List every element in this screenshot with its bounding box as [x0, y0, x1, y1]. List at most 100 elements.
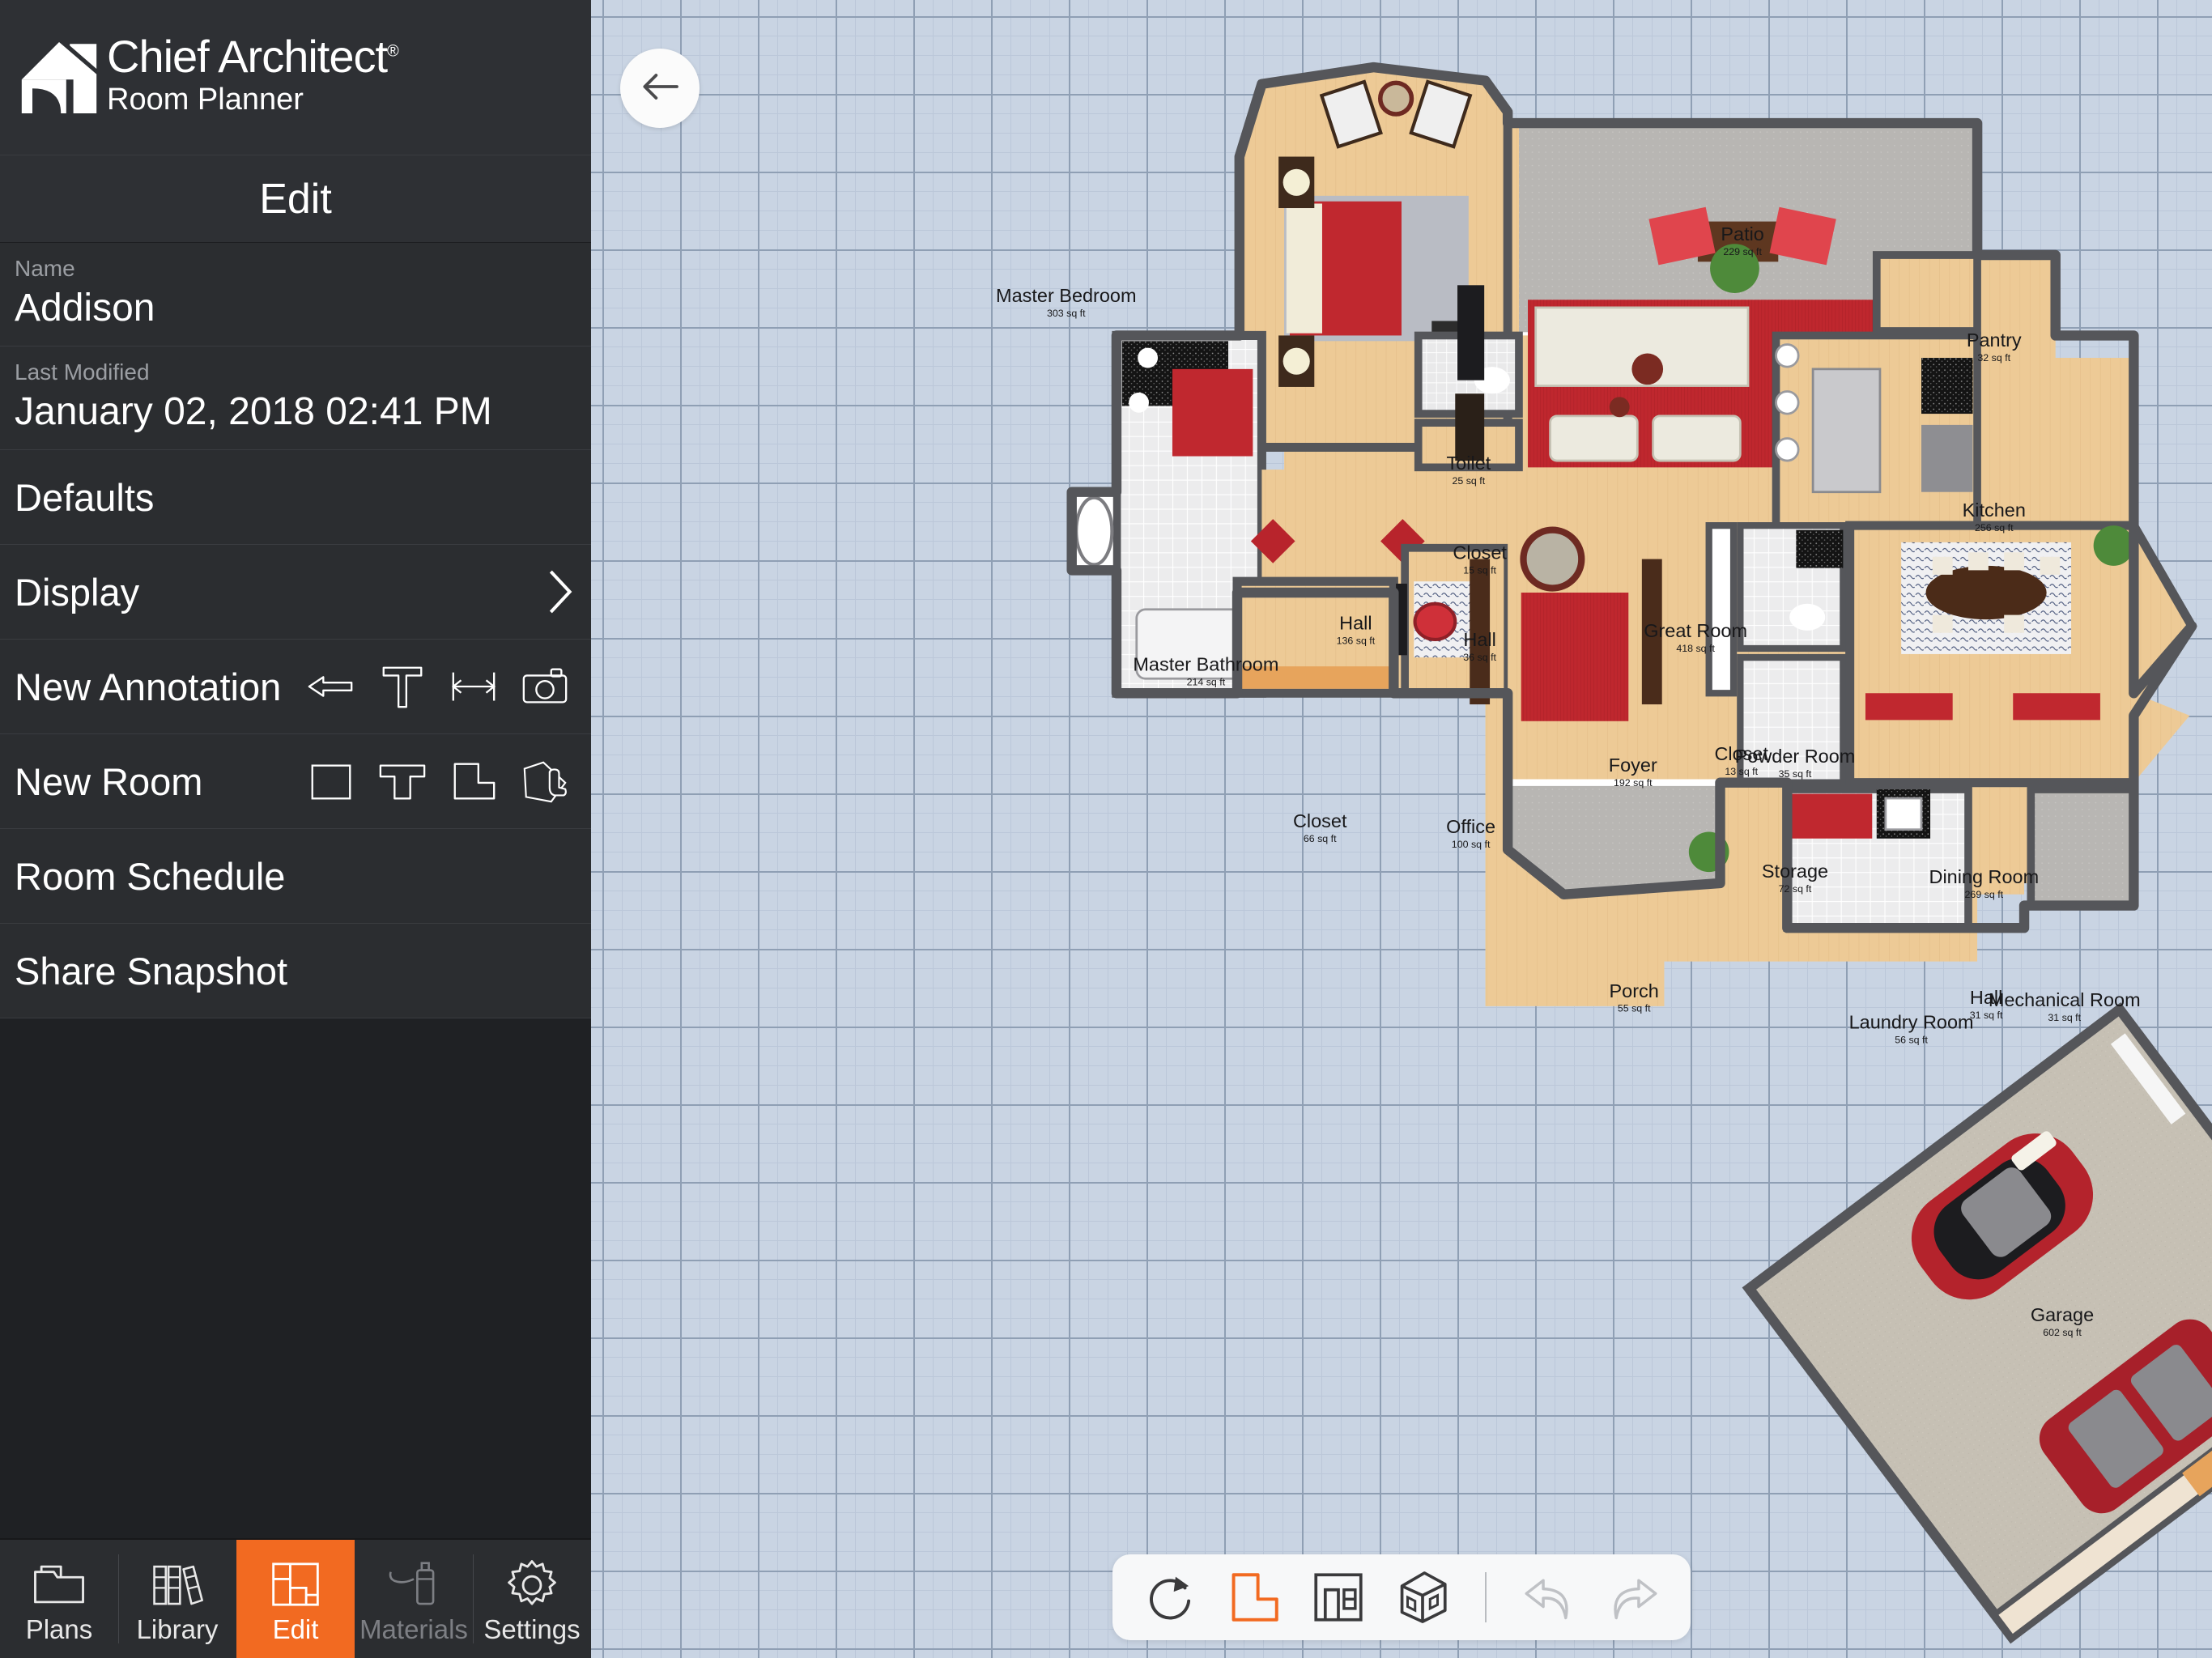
redo-icon[interactable] — [1603, 1567, 1663, 1627]
tab-library[interactable]: Library — [118, 1540, 236, 1658]
plan-canvas[interactable]: Master Bedroom 303 sq ft Patio 229 sq ft Pan… — [591, 0, 2212, 1658]
room-label[interactable]: Laundry Room 56 sq ft — [1849, 1011, 1974, 1045]
bottom-tab-bar: Plans Library Edit Materials Settings — [0, 1538, 591, 1658]
menu-item-new-room-label: New Room — [15, 759, 203, 803]
cube-3d-icon[interactable] — [1393, 1567, 1453, 1627]
elevation-icon[interactable] — [1308, 1567, 1368, 1627]
room-name: Pantry — [1967, 329, 2022, 351]
floorplan-view-icon[interactable] — [1224, 1567, 1284, 1627]
room-name: Kitchen — [1963, 500, 2026, 521]
room-area: 35 sq ft — [1779, 768, 1812, 780]
tab-settings[interactable]: Settings — [473, 1540, 591, 1658]
room-area: 100 sq ft — [1452, 839, 1491, 850]
room-name: Patio — [1721, 223, 1764, 244]
room-name: Foyer — [1609, 755, 1657, 776]
room-name: Great Room — [1644, 620, 1747, 641]
room-area: 602 sq ft — [2043, 1327, 2082, 1338]
room-area: 256 sq ft — [1975, 522, 2014, 534]
l-room-icon[interactable] — [449, 756, 499, 806]
rotate-cw-icon[interactable] — [1140, 1567, 1200, 1627]
t-room-icon[interactable] — [377, 756, 428, 806]
room-name: Closet — [1293, 810, 1347, 831]
room-area: 269 sq ft — [1965, 889, 2004, 900]
menu-item-new-room[interactable]: New Room — [0, 734, 591, 829]
undo-icon[interactable] — [1519, 1567, 1579, 1627]
rect-room-icon[interactable] — [306, 756, 356, 806]
room-area: 15 sq ft — [1463, 565, 1496, 576]
room-label[interactable]: Patio 229 sq ft — [1721, 223, 1764, 257]
room-area: 13 sq ft — [1725, 766, 1758, 777]
menu-item-room-schedule[interactable]: Room Schedule — [0, 829, 591, 924]
room-area: 31 sq ft — [2048, 1012, 2081, 1023]
room-label[interactable]: Office 100 sq ft — [1446, 816, 1495, 850]
sidebar: Chief Architect® Room Planner Edit Name … — [0, 0, 591, 1658]
field-last-modified-label: Last Modified — [15, 359, 150, 385]
field-name-label: Name — [15, 256, 75, 281]
room-name: Hall — [1339, 613, 1372, 634]
room-name: Hall — [1463, 629, 1495, 650]
menu-item-defaults-label: Defaults — [15, 475, 155, 519]
floorplan-icon — [267, 1556, 324, 1613]
room-area: 55 sq ft — [1618, 1003, 1651, 1014]
room-name: Closet — [1453, 542, 1507, 563]
room-label[interactable]: Master Bedroom 303 sq ft — [996, 285, 1136, 319]
room-name: Toilet — [1446, 453, 1491, 474]
menu-item-new-annotation[interactable]: New Annotation — [0, 640, 591, 734]
brand-subtitle: Room Planner — [107, 82, 304, 117]
folder-icon — [31, 1556, 87, 1613]
back-button[interactable] — [620, 49, 700, 128]
room-name: Porch — [1610, 980, 1659, 1001]
menu-item-share-snapshot-label: Share Snapshot — [15, 949, 288, 993]
tab-edit[interactable]: Edit — [236, 1540, 355, 1658]
room-area: 72 sq ft — [1779, 883, 1812, 895]
room-name: Master Bathroom — [1133, 654, 1278, 675]
field-name: Name Addison — [0, 243, 591, 346]
floorplan-drawing[interactable]: Master Bedroom 303 sq ft Patio 229 sq ft Pan… — [591, 0, 2212, 1658]
room-area: 25 sq ft — [1452, 475, 1485, 487]
room-name: Office — [1446, 816, 1495, 837]
dimension-tool-icon[interactable] — [449, 661, 499, 712]
room-label[interactable]: Hall136 sq ft — [1337, 613, 1376, 647]
menu-item-defaults[interactable]: Defaults — [0, 450, 591, 545]
toolbar-divider — [1485, 1572, 1487, 1622]
room-label[interactable]: Porch 55 sq ft — [1610, 980, 1659, 1014]
room-name: Garage — [2031, 1304, 2094, 1325]
room-label[interactable]: Hall 36 sq ft — [1463, 629, 1496, 663]
room-name: Master Bedroom — [996, 285, 1136, 306]
brand-title: Chief Architect — [107, 30, 388, 82]
brand-header: Chief Architect® Room Planner — [0, 0, 591, 155]
room-label[interactable]: Closet 66 sq ft — [1293, 810, 1347, 844]
menu-item-new-annotation-label: New Annotation — [15, 665, 282, 708]
spraycan-icon — [385, 1556, 442, 1613]
room-name: Dining Room — [1929, 866, 2040, 887]
house-logo-icon — [15, 33, 104, 122]
arrow-callout-icon[interactable] — [306, 661, 356, 712]
room-area: 136 sq ft — [1337, 635, 1376, 646]
room-area: 214 sq ft — [1187, 677, 1226, 688]
room-label[interactable]: Foyer192 sq ft — [1609, 755, 1657, 789]
tab-plans[interactable]: Plans — [0, 1540, 118, 1658]
room-area: 303 sq ft — [1047, 308, 1086, 319]
field-last-modified-value: January 02, 2018 02:41 PM — [15, 390, 492, 433]
freehand-room-icon[interactable] — [520, 756, 570, 806]
tab-settings-label: Settings — [483, 1613, 581, 1644]
menu-item-room-schedule-label: Room Schedule — [15, 854, 286, 898]
room-area: 56 sq ft — [1895, 1034, 1928, 1045]
tab-plans-label: Plans — [25, 1613, 93, 1644]
registered-mark: ® — [387, 42, 399, 61]
room-area: 36 sq ft — [1463, 652, 1496, 663]
tab-edit-label: Edit — [272, 1613, 319, 1644]
room-area: 192 sq ft — [1614, 777, 1653, 789]
menu-item-display-label: Display — [15, 570, 140, 614]
menu-item-display[interactable]: Display — [0, 545, 591, 640]
room-label[interactable]: Toilet25 sq ft — [1446, 453, 1491, 487]
chevron-right-icon — [544, 568, 576, 616]
text-tool-icon[interactable] — [377, 661, 428, 712]
camera-icon[interactable] — [520, 661, 570, 712]
field-name-value[interactable]: Addison — [15, 284, 576, 333]
room-name: Laundry Room — [1849, 1011, 1974, 1032]
tab-library-label: Library — [136, 1613, 219, 1644]
menu-item-share-snapshot[interactable]: Share Snapshot — [0, 924, 591, 1018]
tab-materials[interactable]: Materials — [355, 1540, 473, 1658]
room-area: 66 sq ft — [1304, 833, 1337, 844]
